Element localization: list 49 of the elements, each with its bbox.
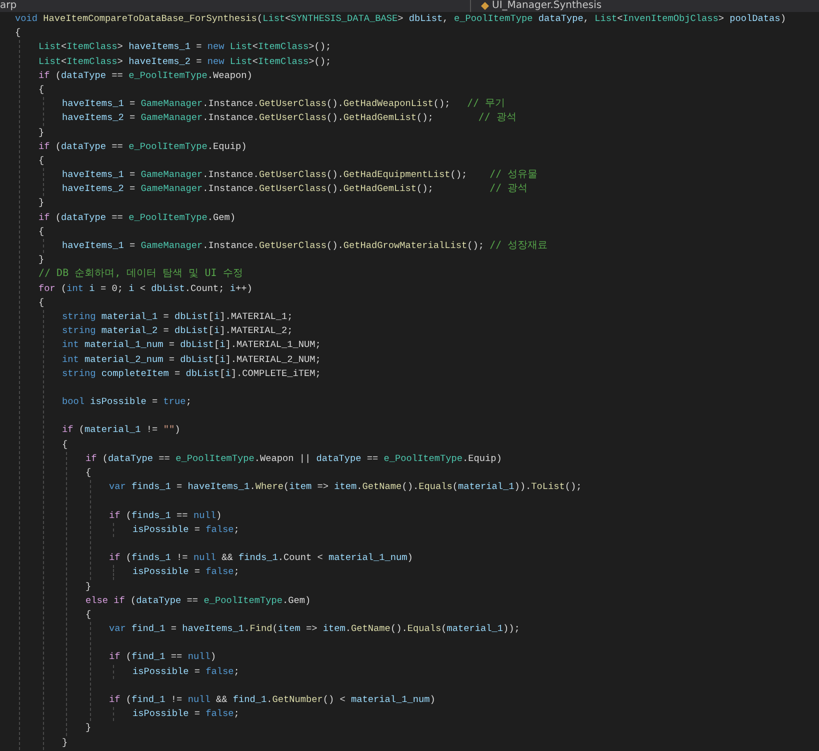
code-line: if (dataType == e_PoolItemType.Equip): [38, 140, 247, 154]
code-line: {: [15, 26, 21, 40]
code-line: if (find_1 != null && find_1.GetNumber() < material_1_num): [109, 693, 436, 707]
code-line: int material_2_num = dbList[i].MATERIAL_2_NUM;: [62, 352, 321, 366]
code-line: for (int i = 0; i < dbList.Count; i++): [38, 282, 252, 296]
code-line: void HaveItemCompareToDataBase_ForSynthesis(List<SYNTHESIS_DATA_BASE> dbList, e_PoolItemType dataType, List<InvenItemObjClass> poolDatas): [15, 12, 786, 26]
code-line: else if (dataType == e_PoolItemType.Gem): [86, 594, 311, 608]
code-line: haveItems_2 = GameManager.Instance.GetUserClass().GetHadGemList(); // 광석: [62, 111, 516, 126]
code-line: bool isPossible = true;: [62, 395, 192, 410]
code-line: }: [62, 736, 68, 750]
code-line: string material_1 = dbList[i].MATERIAL_1;: [62, 310, 293, 324]
code-line: int material_1_num = dbList[i].MATERIAL_1_NUM;: [62, 338, 321, 352]
code-line: haveItems_2 = GameManager.Instance.GetUserClass().GetHadGemList(); // 광석: [62, 182, 528, 196]
code-line: string material_2 = dbList[i].MATERIAL_2;: [62, 324, 293, 338]
code-line: if (dataType == e_PoolItemType.Weapon): [38, 68, 252, 83]
code-line: {: [38, 224, 44, 239]
code-line: haveItems_1 = GameManager.Instance.GetUserClass().GetHadWeaponList(); // 무기: [62, 97, 506, 112]
code-line: haveItems_1 = GameManager.Instance.GetUserClass().GetHadEquipmentList(); // 성유물: [62, 168, 538, 182]
code-line: isPossible = false;: [132, 707, 240, 722]
code-line: }: [38, 126, 44, 140]
code-line: {: [38, 296, 44, 310]
code-line: if (finds_1 == null): [109, 508, 222, 523]
code-line: {: [38, 154, 44, 168]
code-line: {: [62, 438, 68, 452]
code-line: List<ItemClass> haveItems_2 = new List<ItemClass>();: [38, 54, 332, 69]
code-line: var finds_1 = haveItems_1.Where(item => item.GetName().Equals(material_1)).ToList();: [109, 480, 582, 494]
code-line: isPossible = false;: [132, 522, 240, 537]
code-line: if (find_1 == null): [109, 650, 216, 664]
code-line: }: [86, 721, 92, 736]
code-line: if (dataType == e_PoolItemType.Weapon || dataType == e_PoolItemType.Equip): [86, 452, 502, 466]
code-line: }: [38, 253, 44, 268]
class-icon: [481, 2, 489, 10]
code-line: isPossible = false;: [132, 664, 240, 679]
code-line: List<ItemClass> haveItems_1 = new List<ItemClass>();: [38, 40, 332, 54]
code-line: }: [86, 580, 92, 594]
code-line: var find_1 = haveItems_1.Find(item => item.GetName().Equals(material_1));: [109, 622, 520, 636]
member-dropdown[interactable]: UI_Manager.Synthesis: [492, 0, 602, 12]
code-line: if (finds_1 != null && finds_1.Count < material_1_num): [109, 551, 413, 566]
code-line: }: [38, 196, 44, 210]
code-line: if (dataType == e_PoolItemType.Gem): [38, 210, 236, 225]
code-line: {: [86, 466, 92, 480]
project-dropdown[interactable]: arp: [0, 0, 17, 12]
code-line: isPossible = false;: [132, 565, 240, 580]
code-line: string completeItem = dbList[i].COMPLETE_iTEM;: [62, 366, 321, 381]
code-line: // DB 순회하며, 데이터 탐색 및 UI 수정: [38, 267, 243, 282]
code-line: haveItems_1 = GameManager.Instance.GetUserClass().GetHadGrowMaterialList(); // 성장재료: [62, 239, 548, 253]
code-line: if (material_1 != ""): [62, 423, 180, 438]
code-line: {: [86, 608, 92, 622]
code-line: {: [38, 82, 44, 97]
